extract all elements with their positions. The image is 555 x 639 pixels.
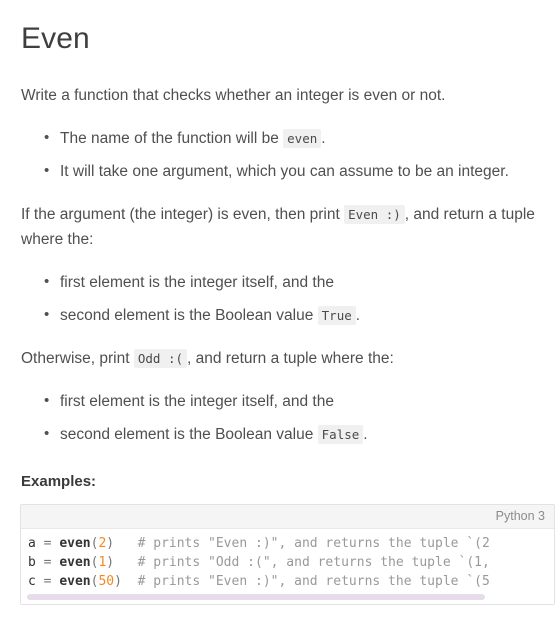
list-item: first element is the integer itself, and…: [21, 388, 547, 414]
code-language-label: Python 3: [21, 504, 554, 529]
odd-tuple-list: first element is the integer itself, and…: [21, 388, 547, 447]
list-item: second element is the Boolean value True…: [21, 302, 547, 328]
intro-paragraph: Write a function that checks whether an …: [21, 86, 446, 104]
code-operator: =: [35, 535, 60, 551]
code-operator: =: [35, 573, 60, 589]
list-item-text-before: The name of the function will be: [60, 129, 284, 147]
code-line: a = even(2) # prints "Even :)", and retu…: [28, 534, 554, 553]
even-case-paragraph: If the argument (the integer) is even, t…: [21, 202, 547, 252]
code-variable: b: [28, 554, 36, 570]
paragraph-text-after: , and return a tuple where the:: [187, 349, 394, 367]
code-function-name: even: [59, 535, 91, 551]
code-paren-close: ): [106, 554, 115, 570]
list-item: first element is the integer itself, and…: [21, 269, 547, 295]
list-item-text-before: second element is the Boolean value: [60, 425, 318, 443]
code-number-literal: 50: [98, 573, 115, 589]
code-line: b = even(1) # prints "Odd :(", and retur…: [28, 553, 554, 572]
requirements-list: The name of the function will be even. I…: [21, 125, 547, 184]
code-content[interactable]: a = even(2) # prints "Even :)", and retu…: [21, 534, 554, 591]
problem-statement-page: Even Write a function that checks whethe…: [0, 0, 555, 605]
list-item: It will take one argument, which you can…: [21, 158, 547, 184]
code-function-name: even: [59, 573, 91, 589]
inline-code-even: even: [283, 128, 322, 148]
code-paren-close: ): [106, 535, 115, 551]
code-variable: c: [28, 573, 36, 589]
list-item-text-before: second element is the Boolean value: [60, 306, 318, 324]
code-comment: # prints "Even :)", and returns the tupl…: [137, 535, 490, 551]
odd-case-paragraph: Otherwise, print Odd :(, and return a tu…: [21, 346, 547, 371]
even-tuple-list: first element is the integer itself, and…: [21, 269, 547, 328]
code-paren-close: ): [114, 573, 122, 589]
inline-code-odd-frowny: Odd :(: [133, 348, 188, 368]
list-item: second element is the Boolean value Fals…: [21, 421, 547, 447]
code-line: c = even(50) # prints "Even :)", and ret…: [28, 572, 554, 591]
inline-code-true: True: [317, 305, 356, 325]
code-comment: # prints "Even :)", and returns the tupl…: [137, 573, 490, 589]
paragraph-text-before: If the argument (the integer) is even, t…: [21, 205, 345, 223]
page-title: Even: [21, 22, 90, 55]
paragraph-text-before: Otherwise, print: [21, 349, 134, 367]
list-item-text-after: .: [355, 306, 361, 324]
scrollbar-thumb[interactable]: [27, 593, 486, 600]
inline-code-false: False: [317, 424, 364, 444]
examples-heading: Examples:: [21, 472, 97, 490]
code-body[interactable]: a = even(2) # prints "Even :)", and retu…: [21, 529, 554, 604]
list-item-text-after: .: [363, 425, 368, 443]
code-comment: # prints "Odd :(", and returns the tuple…: [137, 554, 490, 570]
inline-code-even-smiley: Even :): [344, 204, 405, 224]
list-item: The name of the function will be even.: [21, 125, 547, 151]
code-variable: a: [28, 535, 36, 551]
code-function-name: even: [59, 554, 91, 570]
list-item-text-after: .: [321, 129, 326, 147]
code-block: Python 3 a = even(2) # prints "Even :)",…: [20, 503, 555, 605]
horizontal-scrollbar[interactable]: [21, 590, 554, 604]
code-operator: =: [35, 554, 60, 570]
